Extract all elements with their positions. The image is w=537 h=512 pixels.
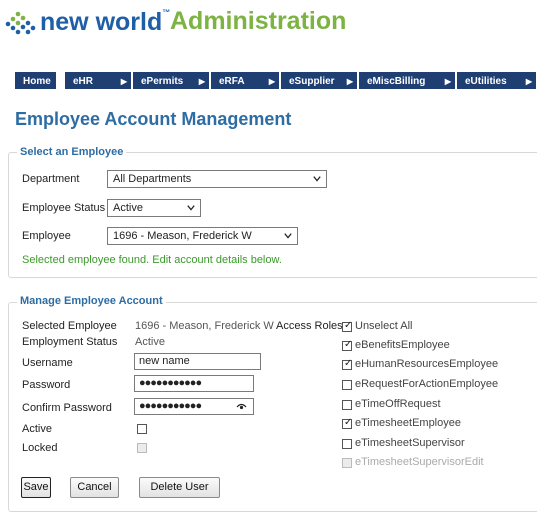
role-checkbox[interactable]: ✓ — [342, 358, 353, 370]
checkmark-icon: ✓ — [344, 320, 353, 331]
nav-arrow-icon: ▶ — [525, 77, 532, 86]
role-checkbox[interactable] — [342, 400, 352, 410]
main-nav: Home eHR ▶ ePermits ▶ eRFA ▶ eSupplier ▶ eMi… — [14, 71, 537, 90]
cancel-button[interactable]: Cancel — [70, 477, 119, 498]
access-roles-label: Access Roles — [276, 320, 343, 332]
chevron-down-icon — [187, 205, 195, 211]
checkmark-icon: ✓ — [344, 417, 353, 428]
employment-status-value: Active — [135, 336, 165, 348]
locked-label: Locked — [22, 442, 58, 454]
section-title: Administration — [170, 7, 347, 35]
role-checkbox[interactable] — [342, 439, 352, 449]
selected-employee-label: Selected Employee — [22, 320, 117, 332]
username-input[interactable]: new name — [134, 353, 261, 370]
reveal-password-icon[interactable] — [236, 402, 247, 411]
department-label: Department — [22, 173, 80, 185]
confirm-password-input[interactable]: ●●●●●●●●●●● — [134, 398, 254, 415]
nav-emiscbilling[interactable]: eMiscBilling ▶ — [358, 71, 456, 90]
nav-arrow-icon: ▶ — [120, 77, 127, 86]
brand-name: new world™ — [40, 8, 171, 36]
department-select[interactable]: All Departments — [107, 170, 327, 188]
role-checkbox[interactable]: ✓ — [342, 417, 353, 429]
username-label: Username — [22, 357, 73, 369]
save-button[interactable]: Save — [21, 477, 51, 498]
chevron-down-icon — [284, 233, 292, 239]
locked-checkbox — [137, 443, 147, 453]
role-checkbox[interactable] — [342, 380, 352, 390]
nav-ehr[interactable]: eHR ▶ — [64, 71, 132, 90]
nav-esupplier[interactable]: eSupplier ▶ — [280, 71, 358, 90]
nav-arrow-icon: ▶ — [198, 77, 205, 86]
employee-status-select[interactable]: Active — [107, 199, 201, 217]
select-employee-legend: Select an Employee — [17, 146, 127, 158]
nav-erfa[interactable]: eRFA ▶ — [210, 71, 280, 90]
status-message: Selected employee found. Edit account de… — [22, 254, 282, 266]
nav-epermits[interactable]: ePermits ▶ — [132, 71, 210, 90]
checkmark-icon: ✓ — [344, 339, 353, 350]
password-label: Password — [22, 379, 71, 391]
password-input[interactable]: ●●●●●●●●●●● — [134, 375, 254, 392]
role-checkbox — [342, 458, 352, 468]
chevron-down-icon — [313, 176, 321, 182]
role-checkbox[interactable]: ✓ — [342, 339, 353, 351]
active-checkbox[interactable] — [137, 424, 147, 434]
active-label: Active — [22, 423, 52, 435]
nav-arrow-icon: ▶ — [346, 77, 353, 86]
employee-label: Employee — [22, 230, 71, 242]
employee-status-label: Employee Status — [22, 202, 106, 214]
nav-home[interactable]: Home — [14, 71, 57, 90]
employee-select[interactable]: 1696 - Meason, Frederick W — [107, 227, 298, 245]
role-checkbox[interactable]: ✓ — [342, 320, 353, 332]
delete-user-button[interactable]: Delete User — [139, 477, 220, 498]
nav-arrow-icon: ▶ — [268, 77, 275, 86]
checkmark-icon: ✓ — [344, 358, 353, 369]
new-world-logo-icon — [4, 8, 38, 38]
employment-status-label: Employment Status — [22, 336, 118, 348]
nav-eutilities[interactable]: eUtilities ▶ — [456, 71, 537, 90]
page-title: Employee Account Management — [15, 109, 292, 129]
manage-account-legend: Manage Employee Account — [17, 295, 166, 307]
confirm-password-label: Confirm Password — [22, 402, 112, 414]
nav-arrow-icon: ▶ — [444, 77, 451, 86]
selected-employee-value: 1696 - Meason, Frederick W — [135, 320, 274, 332]
